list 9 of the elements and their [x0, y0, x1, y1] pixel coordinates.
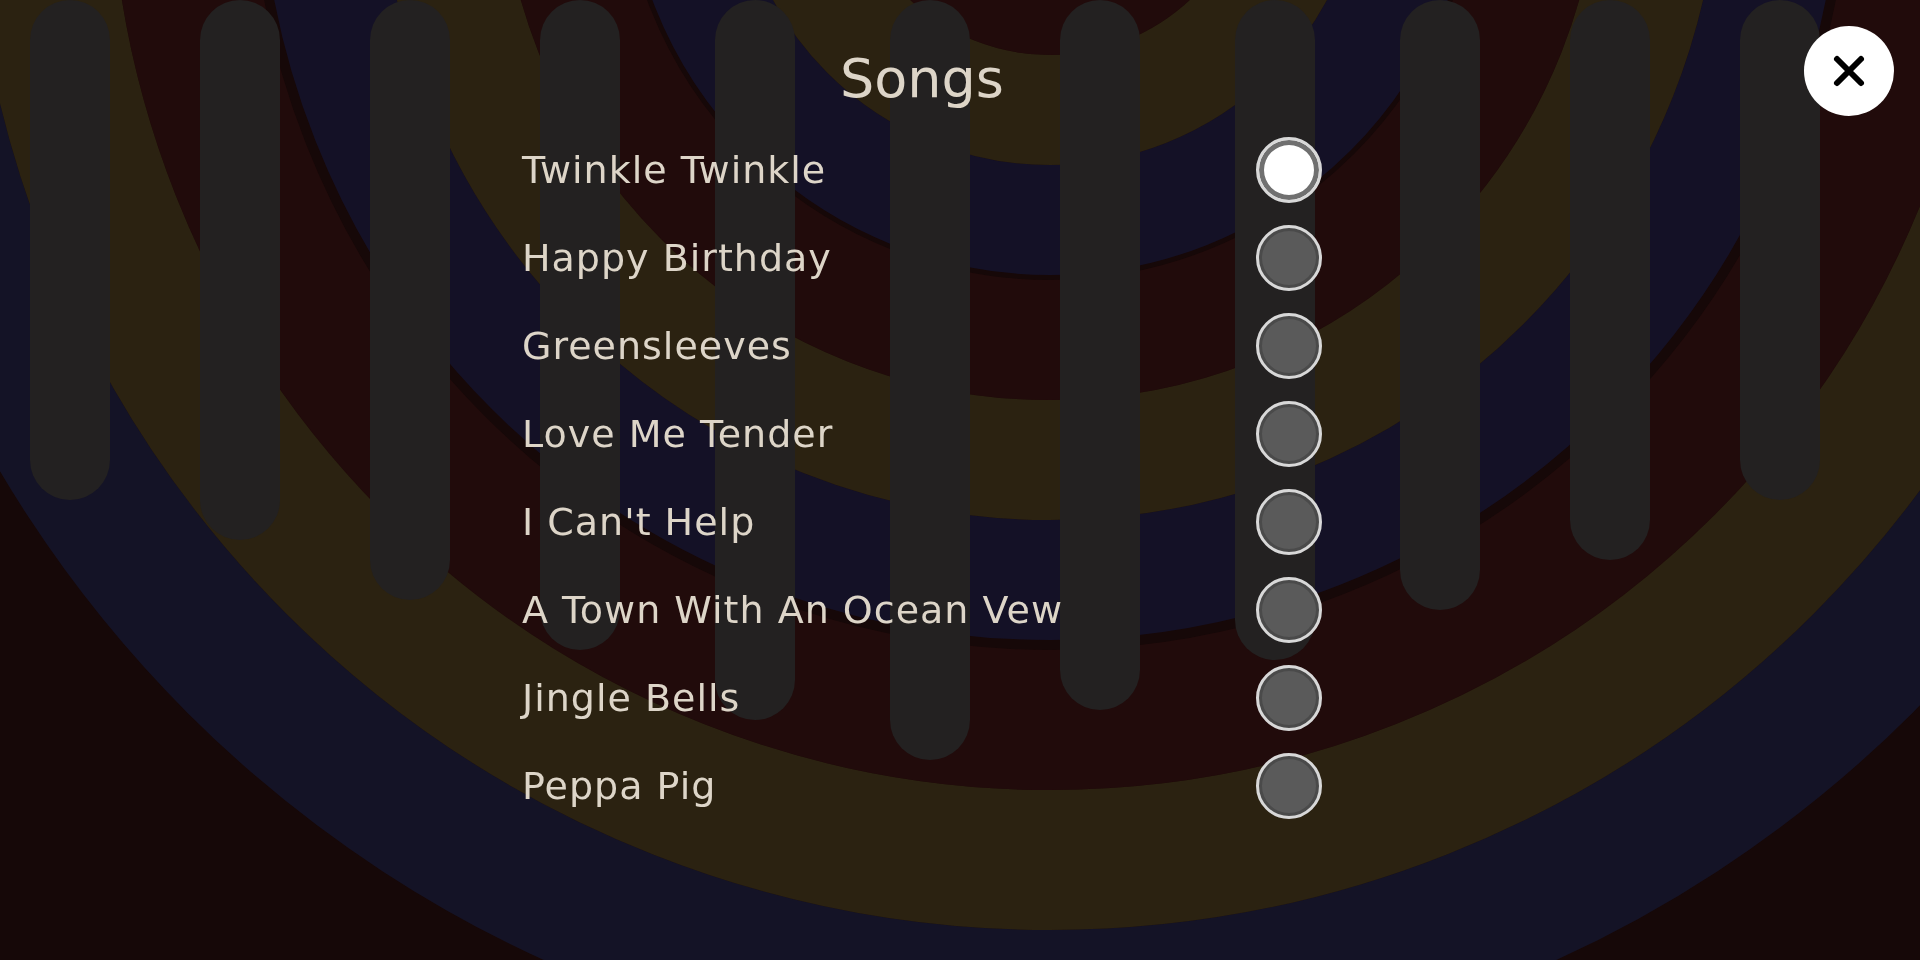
song-title: Twinkle Twinkle	[522, 148, 827, 192]
song-title: Love Me Tender	[522, 412, 834, 456]
song-title: Happy Birthday	[522, 236, 832, 280]
song-title: Peppa Pig	[522, 764, 717, 808]
song-title: A Town With An Ocean Vew	[522, 588, 1063, 632]
song-title: Jingle Bells	[522, 676, 741, 720]
song-title: Greensleeves	[522, 324, 792, 368]
dialog-title: Songs	[839, 46, 1005, 112]
song-title: I Can't Help	[522, 500, 756, 544]
